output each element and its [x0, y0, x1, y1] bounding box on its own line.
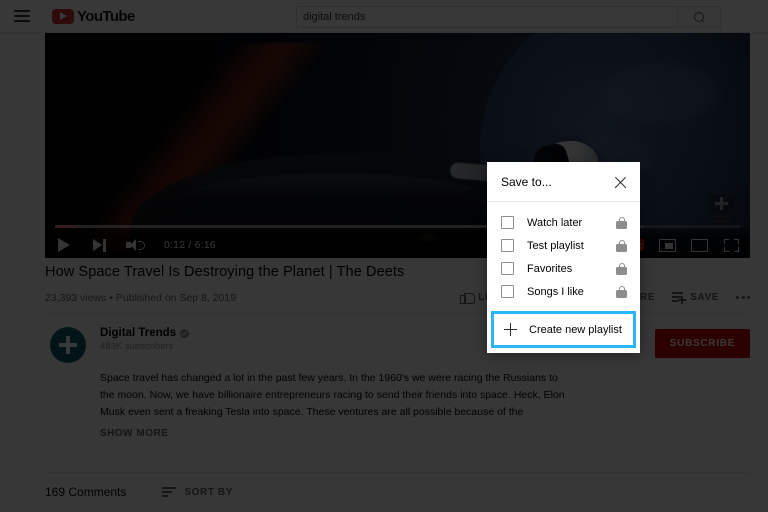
- youtube-logo[interactable]: YouTube: [52, 8, 135, 25]
- player-controls-left: 0:12 / 6:16: [55, 236, 216, 254]
- video-meta-row: 23,393 views • Published on Sep 8, 2019 …: [45, 291, 750, 314]
- channel-watermark[interactable]: DIGITAL TRENDS: [708, 194, 738, 224]
- lock-icon: [616, 262, 627, 275]
- lock-icon: [616, 216, 627, 229]
- player-controls-right: [626, 236, 740, 254]
- dialog-header: Save to...: [487, 162, 640, 202]
- playlist-checkbox[interactable]: [501, 262, 514, 275]
- subscribe-button[interactable]: SUBSCRIBE: [654, 329, 750, 358]
- playlist-checkbox[interactable]: [501, 285, 514, 298]
- watermark-logo-icon: [708, 194, 734, 213]
- more-actions-button[interactable]: [736, 296, 750, 299]
- close-icon[interactable]: [614, 176, 627, 189]
- playlist-checkbox[interactable]: [501, 239, 514, 252]
- playlist-label: Test playlist: [527, 239, 584, 252]
- playlist-label: Favorites: [527, 262, 573, 275]
- video-info-section: How Space Travel Is Destroying the Plane…: [45, 262, 750, 512]
- search-button[interactable]: [677, 6, 721, 28]
- channel-name[interactable]: Digital Trends: [100, 327, 176, 339]
- sort-by-label: SORT BY: [184, 486, 234, 498]
- channel-avatar[interactable]: [50, 327, 86, 363]
- playlist-label: Songs I like: [527, 285, 584, 298]
- search-bar: [296, 6, 721, 28]
- theater-mode-icon[interactable]: [690, 236, 708, 254]
- verified-badge-icon: [180, 328, 190, 338]
- next-video-icon[interactable]: [90, 236, 108, 254]
- player-controls: 0:12 / 6:16: [45, 222, 750, 258]
- miniplayer-icon[interactable]: [658, 236, 676, 254]
- masthead: YouTube: [0, 0, 768, 33]
- views-and-date: 23,393 views • Published on Sep 8, 2019: [45, 291, 237, 304]
- play-icon[interactable]: [55, 236, 73, 254]
- youtube-wordmark: YouTube: [77, 7, 135, 25]
- create-new-playlist-button[interactable]: Create new playlist: [491, 311, 636, 348]
- sort-by-button[interactable]: SORT BY: [162, 487, 233, 498]
- playlist-row-favorites[interactable]: Favorites: [487, 257, 640, 280]
- search-input[interactable]: [296, 6, 677, 28]
- sort-icon: [162, 487, 177, 497]
- plus-icon: [504, 323, 517, 336]
- comments-header: 169 Comments SORT BY: [45, 472, 750, 499]
- lock-icon: [616, 285, 627, 298]
- lock-icon: [616, 239, 627, 252]
- playlist-row-watch-later[interactable]: Watch later: [487, 211, 640, 234]
- hamburger-menu-icon[interactable]: [14, 10, 30, 22]
- dialog-title: Save to...: [501, 175, 552, 189]
- playlist-row-test-playlist[interactable]: Test playlist: [487, 234, 640, 257]
- save-to-playlist-icon: [672, 292, 687, 304]
- time-display: 0:12 / 6:16: [164, 239, 216, 251]
- save-to-playlist-dialog: Save to... Watch later Test playlist Fav…: [487, 162, 640, 353]
- search-icon: [693, 11, 705, 23]
- playlist-checkbox[interactable]: [501, 216, 514, 229]
- youtube-watch-page: YouTube DIGITAL TRENDS: [0, 0, 768, 512]
- comment-count: 169 Comments: [45, 485, 127, 499]
- playlist-list: Watch later Test playlist Favorites Song…: [487, 202, 640, 311]
- more-actions-icon: [736, 296, 750, 299]
- volume-icon[interactable]: [125, 236, 145, 254]
- channel-row: Digital Trends 483K subscribers SUBSCRIB…: [45, 314, 750, 363]
- thumbs-up-icon: [460, 291, 476, 304]
- show-more-button[interactable]: SHOW MORE: [100, 428, 750, 439]
- video-description: Space travel has changed a lot in the pa…: [100, 372, 565, 418]
- video-title: How Space Travel Is Destroying the Plane…: [45, 264, 405, 280]
- playlist-row-songs-i-like[interactable]: Songs I like: [487, 280, 640, 303]
- create-new-playlist-label: Create new playlist: [529, 323, 622, 336]
- save-label: SAVE: [690, 292, 719, 303]
- cloud-graphic: [600, 63, 720, 123]
- fullscreen-icon[interactable]: [722, 236, 740, 254]
- save-button[interactable]: SAVE: [672, 292, 719, 304]
- video-player[interactable]: DIGITAL TRENDS 0:12 / 6:16: [45, 33, 750, 258]
- playlist-label: Watch later: [527, 216, 583, 229]
- youtube-play-badge-icon: [52, 8, 74, 24]
